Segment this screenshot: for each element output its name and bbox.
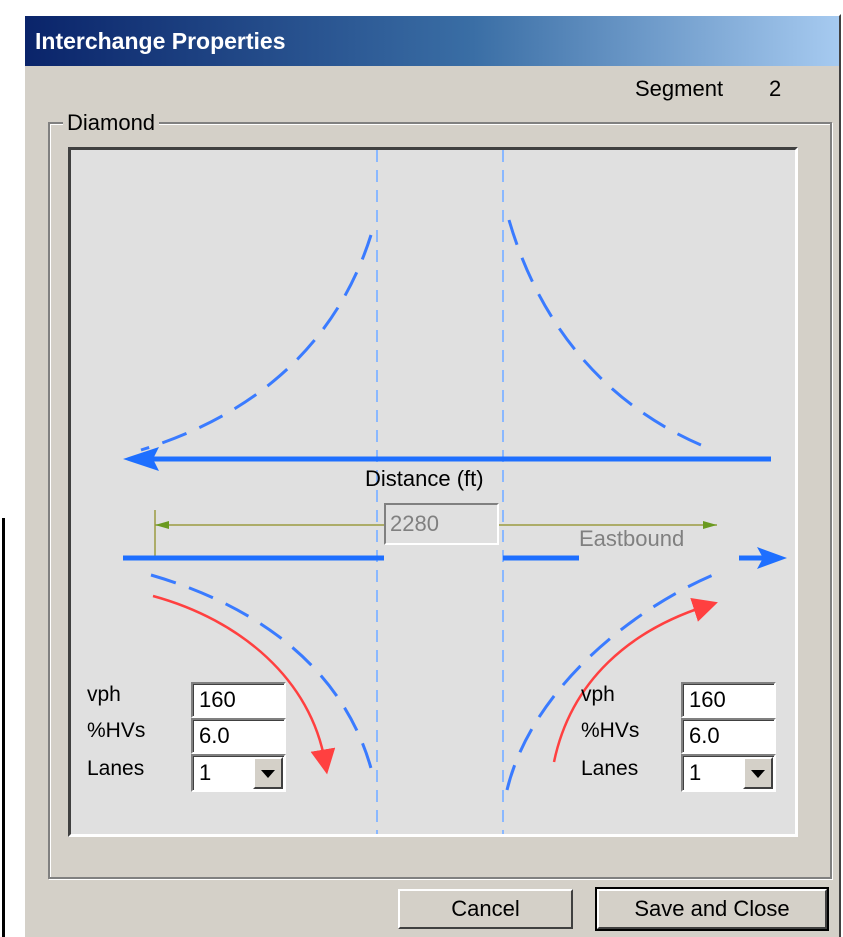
right-vph-label: vph <box>581 683 615 706</box>
chevron-down-icon <box>751 770 765 778</box>
ramp-ne <box>507 219 714 452</box>
left-vph-input[interactable] <box>191 682 286 718</box>
diamond-group-label: Diamond <box>63 110 160 136</box>
right-hv-label: %HVs <box>581 719 640 742</box>
segment-label: Segment <box>635 76 724 101</box>
save-and-close-button[interactable]: Save and Close <box>595 887 829 931</box>
right-vph-input[interactable] <box>681 682 776 718</box>
left-hv-label: %HVs <box>87 719 146 742</box>
dimension-arrow-left <box>155 521 169 529</box>
right-hv-input[interactable] <box>681 718 776 754</box>
left-lanes-select[interactable]: 1 <box>191 754 286 792</box>
title-bar: Interchange Properties <box>25 16 839 66</box>
distance-field[interactable] <box>384 503 499 545</box>
eastbound-label: Eastbound <box>579 526 685 551</box>
right-lanes-label: Lanes <box>581 757 639 780</box>
left-lanes-value: 1 <box>199 760 212 785</box>
background-edge-line <box>2 518 5 937</box>
right-lanes-select[interactable]: 1 <box>681 754 776 792</box>
left-hv-input[interactable] <box>191 718 286 754</box>
left-vph-label: vph <box>87 683 121 706</box>
interchange-diagram: Distance (ft) Eastbound vph %HVs Lanes 1… <box>68 147 798 837</box>
dimension-arrow-right <box>703 521 717 529</box>
chevron-down-icon <box>261 770 275 778</box>
cancel-button[interactable]: Cancel <box>398 889 573 929</box>
distance-label: Distance (ft) <box>365 466 484 491</box>
left-lanes-dropdown-button[interactable] <box>253 757 283 789</box>
right-lanes-value: 1 <box>689 760 702 785</box>
ramp-nw <box>140 234 373 452</box>
segment-number: 2 <box>769 76 782 101</box>
left-lanes-label: Lanes <box>87 757 145 780</box>
right-lanes-dropdown-button[interactable] <box>743 757 773 789</box>
interchange-properties-dialog: Interchange Properties Segment 2 Diamond <box>23 14 841 937</box>
